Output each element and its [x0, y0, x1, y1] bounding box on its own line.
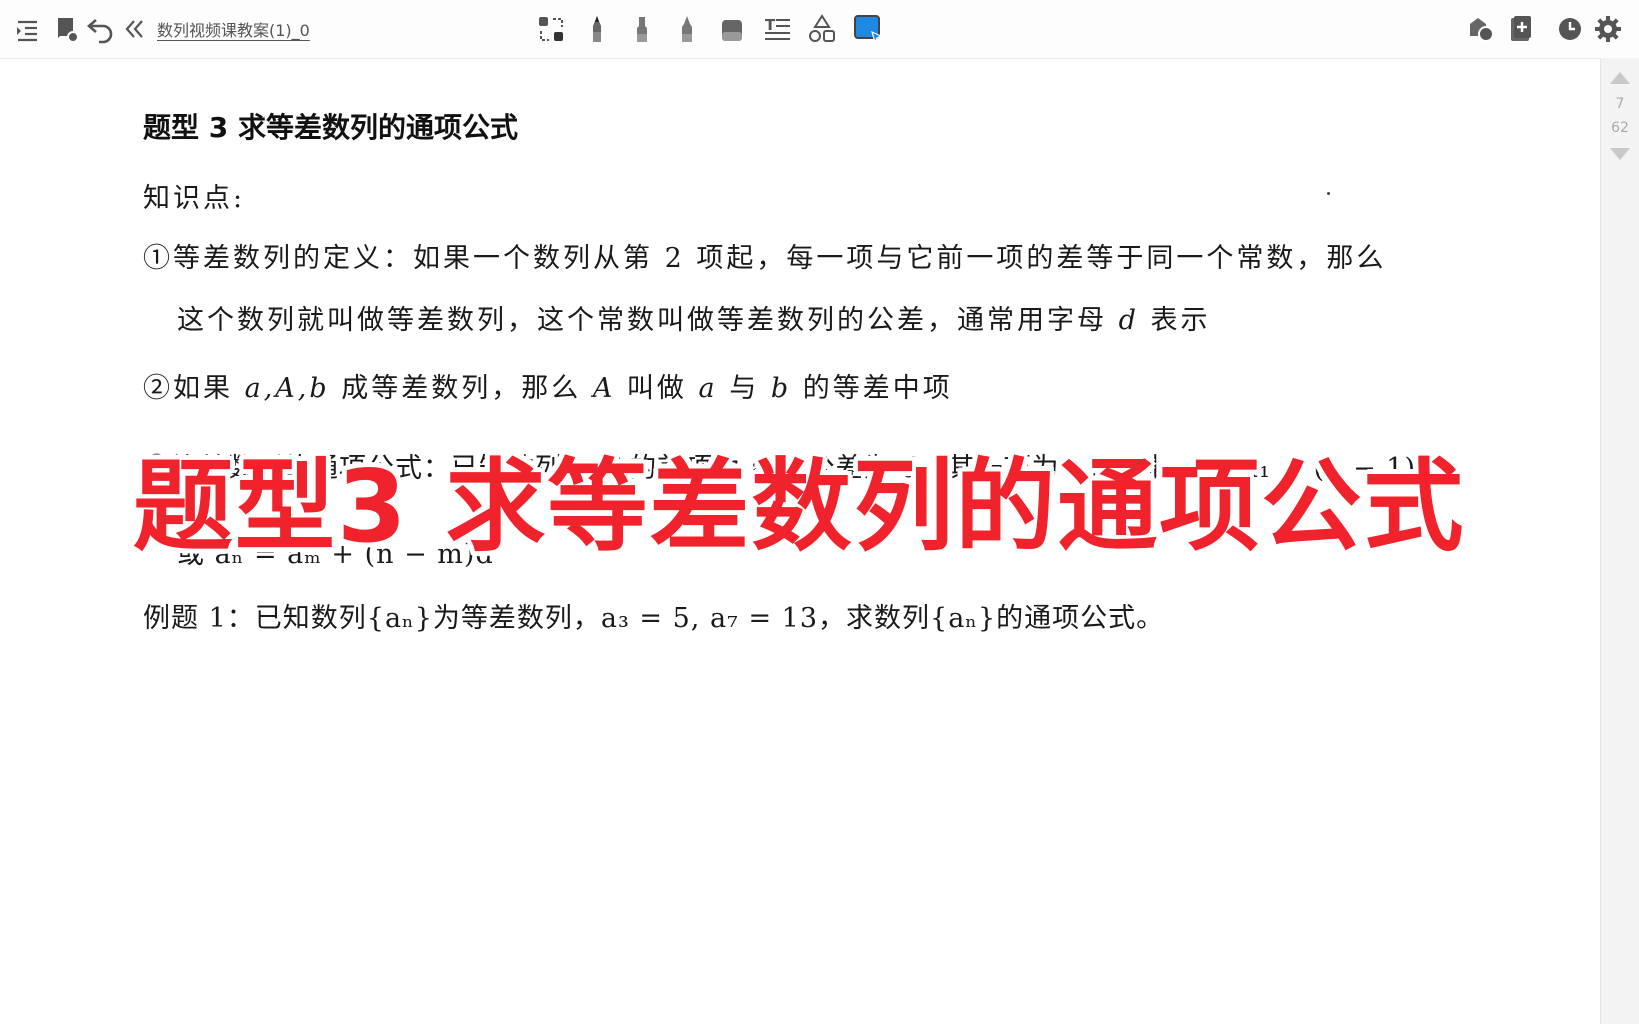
mean-text-4: 与: [729, 373, 760, 404]
mean-vars: a,A,b: [244, 373, 330, 404]
shapes-icon[interactable]: [807, 14, 837, 44]
history-icon[interactable]: [1555, 14, 1585, 44]
mean-text-2: 成等差数列，那么: [341, 373, 582, 404]
stray-dot: [1327, 192, 1330, 195]
mean-text-5: 的等差中项: [802, 373, 953, 404]
current-page: 7: [1615, 96, 1625, 112]
knowledge-label: 知识点:: [143, 183, 246, 214]
definition-tail: 表示: [1150, 305, 1211, 336]
page-scroll-rail[interactable]: 7 62: [1600, 58, 1639, 1024]
var-a: a: [698, 373, 718, 404]
highlighter-icon[interactable]: [672, 14, 702, 44]
page-up-icon[interactable]: [1609, 70, 1631, 86]
pen-icon[interactable]: [582, 14, 612, 44]
document-title[interactable]: 数列视频课教案(1)_0: [157, 17, 310, 41]
add-page-icon[interactable]: [1506, 14, 1536, 44]
text-icon[interactable]: T: [762, 14, 792, 44]
eraser-icon[interactable]: [717, 14, 747, 44]
example-line: 例题 1：已知数列{aₙ}为等差数列，a₃ = 5, a₇ = 13，求数列{a…: [143, 603, 1165, 634]
definition-line-2: 这个数列就叫做等差数列，这个常数叫做等差数列的公差，通常用字母 d 表示: [177, 298, 1210, 337]
gear-icon[interactable]: [1593, 14, 1623, 44]
collapse-icon[interactable]: [120, 14, 150, 44]
undo-icon[interactable]: [86, 14, 116, 44]
mean-text-3: 叫做: [626, 373, 687, 404]
overlay-caption: 题型3 求等差数列的通项公式: [133, 448, 1466, 565]
notebook-icon[interactable]: [52, 14, 82, 44]
marker-icon[interactable]: [627, 14, 657, 44]
top-toolbar: 数列视频课教案(1)_0 T: [0, 0, 1639, 59]
var-b: b: [770, 373, 792, 404]
definition-text: 这个数列就叫做等差数列，这个常数叫做等差数列的公差，通常用字母: [177, 305, 1107, 336]
mean-text-1: ②如果: [143, 373, 233, 404]
outline-icon[interactable]: [12, 14, 42, 44]
svg-text:T: T: [765, 16, 776, 34]
lasso-icon[interactable]: [536, 14, 566, 44]
section-heading: 题型 3 求等差数列的通项公式: [143, 111, 518, 144]
mean-line: ②如果 a,A,b 成等差数列，那么 A 叫做 a 与 b 的等差中项: [143, 366, 953, 405]
var-A: A: [592, 373, 616, 404]
definition-line-1: ①等差数列的定义：如果一个数列从第 2 项起，每一项与它前一项的差等于同一个常数…: [143, 243, 1387, 274]
var-d: d: [1118, 305, 1139, 336]
screenshot-icon[interactable]: [853, 14, 883, 44]
ink-icon[interactable]: [1466, 14, 1496, 44]
total-pages: 62: [1611, 120, 1629, 136]
page-down-icon[interactable]: [1609, 146, 1631, 162]
